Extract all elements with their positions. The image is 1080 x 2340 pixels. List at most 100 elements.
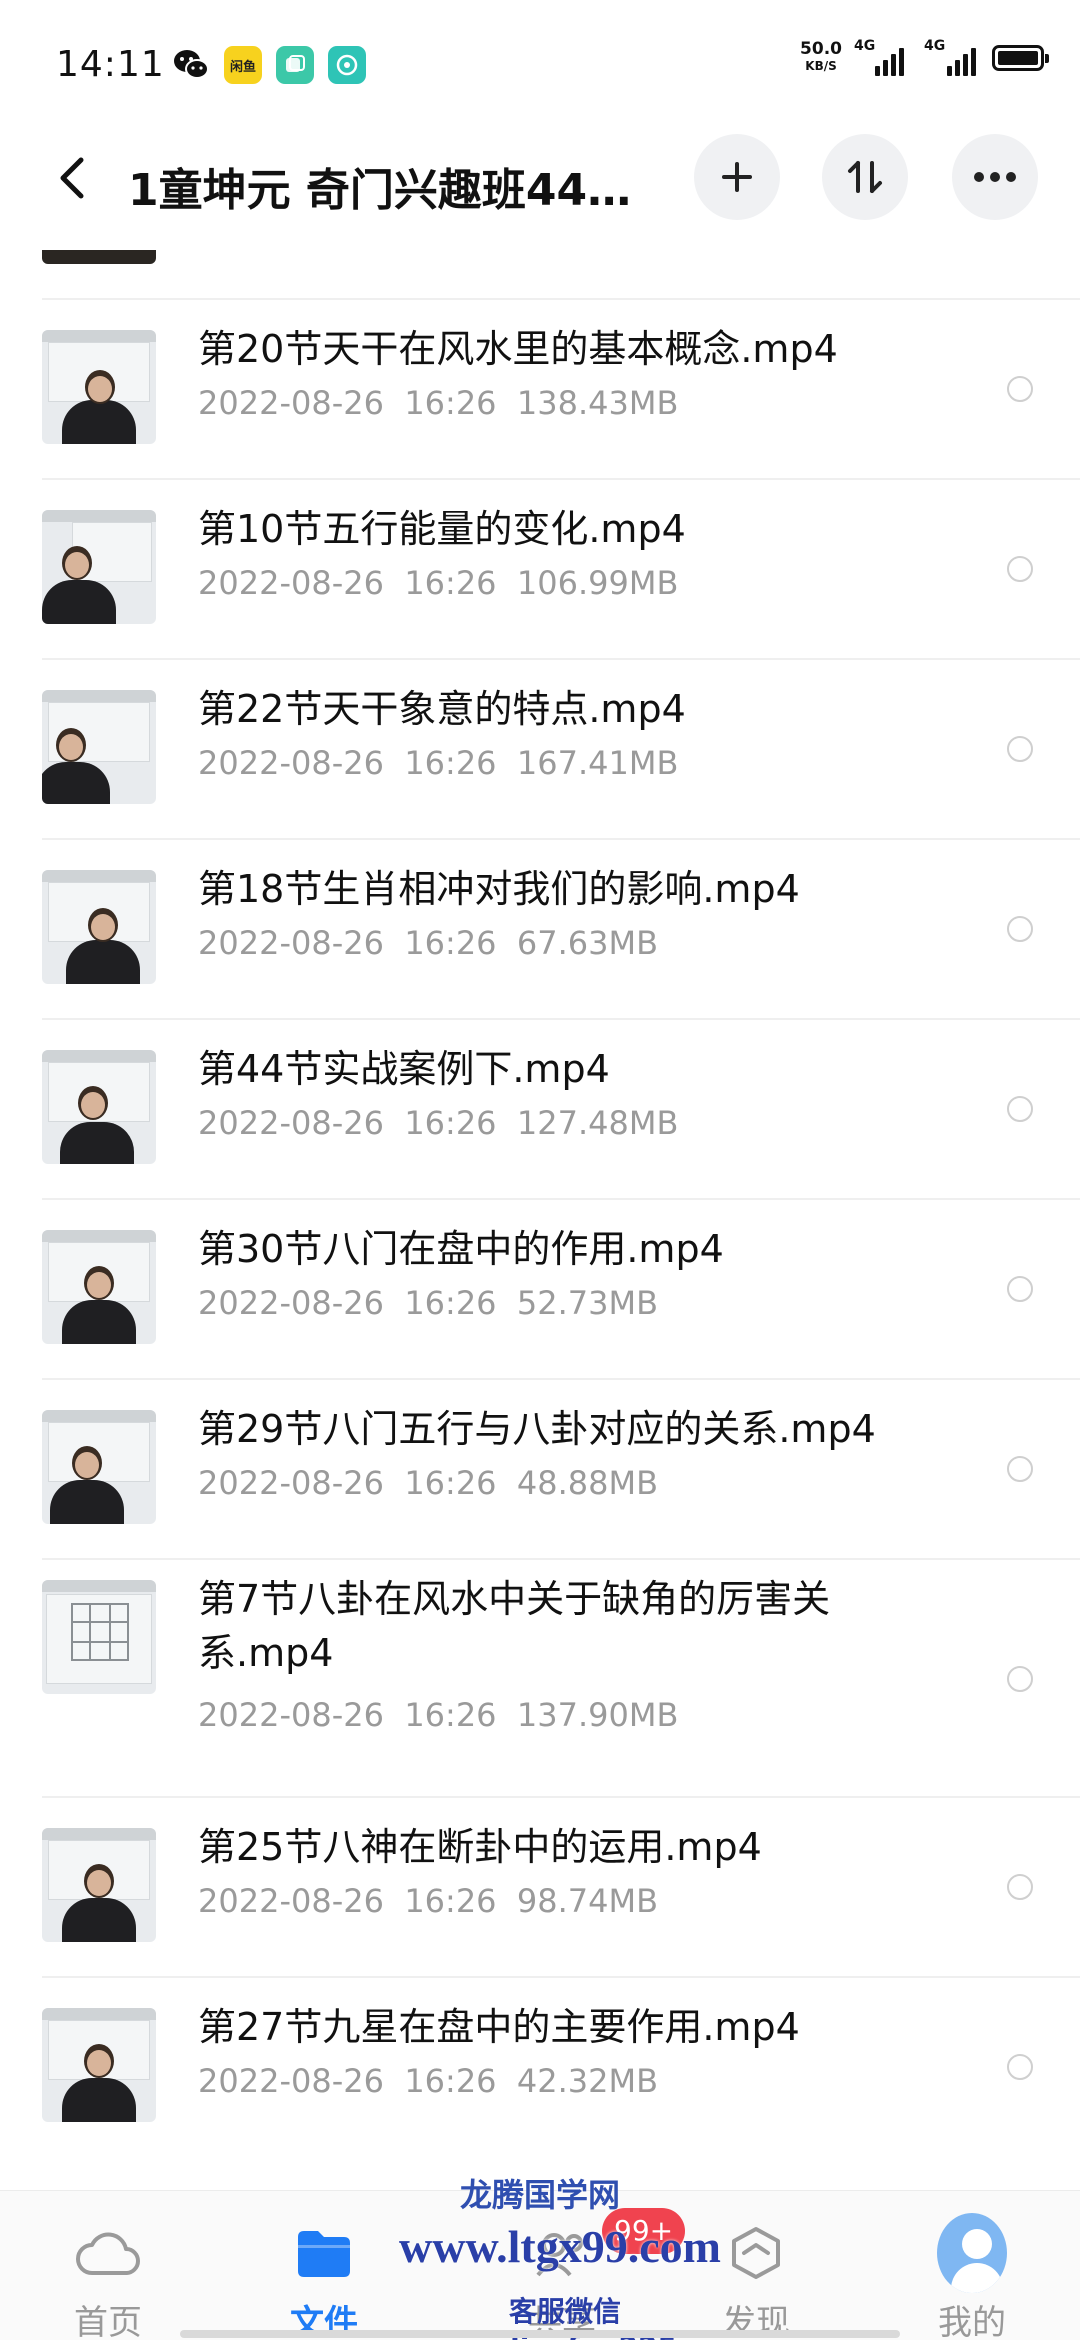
file-meta: 2022-08-26 16:26 137.90MB: [198, 1696, 678, 1734]
file-meta: 2022-08-26 16:26 42.32MB: [198, 2062, 658, 2100]
select-checkbox[interactable]: [1007, 376, 1033, 402]
select-checkbox[interactable]: [1007, 1874, 1033, 1900]
file-size: 167.41MB: [516, 744, 679, 782]
file-date: 2022-08-26 16:26: [198, 924, 497, 962]
signal-type-label: 4G: [924, 38, 946, 54]
file-meta: 2022-08-26 16:26 127.48MB: [198, 1104, 678, 1142]
file-size: 48.88MB: [516, 1464, 659, 1502]
wechat-icon: [172, 46, 210, 84]
file-name: 第30节八门在盘中的作用.mp4: [198, 1227, 724, 1271]
select-checkbox[interactable]: [1007, 1666, 1033, 1692]
music-app-icon: [328, 46, 366, 84]
select-checkbox[interactable]: [1007, 556, 1033, 582]
file-size: 42.32MB: [516, 2062, 659, 2100]
screen: 14:11 闲鱼 50.0 KB/S 4G 4G 1童坤元 奇门兴趣班44… 第…: [0, 0, 1080, 2340]
back-button[interactable]: [44, 150, 100, 206]
file-row[interactable]: 第10节五行能量的变化.mp4 2022-08-26 16:26 106.99M…: [0, 480, 1080, 658]
file-size: 98.74MB: [516, 1882, 659, 1920]
gallery-app-icon: [276, 46, 314, 84]
video-thumbnail: [42, 510, 156, 624]
file-meta: 2022-08-26 16:26 138.43MB: [198, 384, 678, 422]
back-arrow-icon: [60, 157, 84, 199]
file-meta: 2022-08-26 16:26 98.74MB: [198, 1882, 658, 1920]
video-thumbnail: [42, 1410, 156, 1524]
folder-icon: [289, 2223, 359, 2283]
nav-item-me[interactable]: 我的: [892, 2191, 1052, 2340]
file-meta: 2022-08-26 16:26 106.99MB: [198, 564, 678, 602]
file-row[interactable]: 第27节九星在盘中的主要作用.mp4 2022-08-26 16:26 42.3…: [0, 1978, 1080, 2156]
video-thumbnail: [42, 690, 156, 804]
file-row[interactable]: 第20节天干在风水里的基本概念.mp4 2022-08-26 16:26 138…: [0, 300, 1080, 478]
plus-icon: [722, 162, 752, 192]
file-date: 2022-08-26 16:26: [198, 564, 497, 602]
notification-icons: 闲鱼: [172, 46, 366, 84]
video-thumbnail: [42, 330, 156, 444]
file-name: 第25节八神在断卦中的运用.mp4: [198, 1825, 762, 1869]
file-name: 第22节天干象意的特点.mp4: [198, 687, 686, 731]
file-name: 第27节九星在盘中的主要作用.mp4: [198, 2005, 800, 2049]
file-date: 2022-08-26 16:26: [198, 1464, 497, 1502]
select-checkbox[interactable]: [1007, 1276, 1033, 1302]
file-size: 52.73MB: [516, 1284, 659, 1322]
file-size: 127.48MB: [516, 1104, 679, 1142]
file-row[interactable]: 第29节八门五行与八卦对应的关系.mp4 2022-08-26 16:26 48…: [0, 1380, 1080, 1558]
more-button[interactable]: [952, 134, 1038, 220]
file-date: 2022-08-26 16:26: [198, 1284, 497, 1322]
file-name: 第29节八门五行与八卦对应的关系.mp4: [198, 1407, 876, 1451]
nav-label: 我的: [938, 2303, 1006, 2340]
select-checkbox[interactable]: [1007, 1456, 1033, 1482]
video-thumbnail: [42, 2008, 156, 2122]
home-indicator[interactable]: [180, 2330, 900, 2338]
file-name: 第10节五行能量的变化.mp4: [198, 507, 686, 551]
file-row[interactable]: 第44节实战案例下.mp4 2022-08-26 16:26 127.48MB: [0, 1020, 1080, 1198]
nav-item-home[interactable]: 首页: [28, 2191, 188, 2340]
avatar-icon: [937, 2213, 1007, 2293]
file-size: 67.63MB: [516, 924, 659, 962]
add-button[interactable]: [694, 134, 780, 220]
signal-strength-icon: 4G: [920, 38, 976, 76]
video-thumbnail: [42, 1230, 156, 1344]
network-speed-value: 50.0: [800, 39, 842, 59]
network-speed: 50.0 KB/S: [800, 41, 842, 75]
status-bar: 14:11 闲鱼 50.0 KB/S 4G 4G: [0, 0, 1080, 130]
file-size: 138.43MB: [516, 384, 679, 422]
file-name: 第44节实战案例下.mp4: [198, 1047, 610, 1091]
video-thumbnail: [42, 870, 156, 984]
file-name: 第7节八卦在风水中关于缺角的厉害关系.mp4: [198, 1577, 831, 1675]
app-notification-icon: 闲鱼: [224, 46, 262, 84]
status-indicators: 50.0 KB/S 4G 4G: [800, 38, 1049, 76]
watermark-site-name: 龙腾国学网: [459, 2176, 620, 2214]
sort-button[interactable]: [822, 134, 908, 220]
file-size: 137.90MB: [516, 1696, 679, 1734]
select-checkbox[interactable]: [1007, 736, 1033, 762]
file-name: 第18节生肖相冲对我们的影响.mp4: [198, 867, 800, 911]
select-checkbox[interactable]: [1007, 1096, 1033, 1122]
page-title: 1童坤元 奇门兴趣班44…: [128, 165, 632, 216]
file-name: 第20节天干在风水里的基本概念.mp4: [198, 327, 838, 371]
select-checkbox[interactable]: [1007, 2054, 1033, 2080]
header: 1童坤元 奇门兴趣班44…: [0, 130, 1080, 250]
watermark-url: www.ltgx99.com: [399, 2221, 721, 2272]
file-row[interactable]: 第7节八卦在风水中关于缺角的厉害关系.mp4 2022-08-26 16:26 …: [0, 1560, 1080, 1796]
file-meta: 2022-08-26 16:26 48.88MB: [198, 1464, 658, 1502]
file-date: 2022-08-26 16:26: [198, 744, 497, 782]
file-meta: 2022-08-26 16:26 167.41MB: [198, 744, 678, 782]
select-checkbox[interactable]: [1007, 916, 1033, 942]
nav-label: 首页: [74, 2303, 142, 2340]
file-list: 第20节天干在风水里的基本概念.mp4 2022-08-26 16:26 138…: [0, 250, 1080, 2190]
video-thumbnail: [42, 1580, 156, 1694]
file-row[interactable]: 第25节八神在断卦中的运用.mp4 2022-08-26 16:26 98.74…: [0, 1798, 1080, 1976]
sort-icon: [848, 161, 882, 193]
more-icon: [974, 172, 1016, 182]
file-row[interactable]: 第22节天干象意的特点.mp4 2022-08-26 16:26 167.41M…: [0, 660, 1080, 838]
file-row[interactable]: 第30节八门在盘中的作用.mp4 2022-08-26 16:26 52.73M…: [0, 1200, 1080, 1378]
file-date: 2022-08-26 16:26: [198, 1104, 497, 1142]
file-size: 106.99MB: [516, 564, 679, 602]
file-meta: 2022-08-26 16:26 52.73MB: [198, 1284, 658, 1322]
video-thumbnail: [42, 250, 156, 264]
file-meta: 2022-08-26 16:26 67.63MB: [198, 924, 658, 962]
file-row[interactable]: 第18节生肖相冲对我们的影响.mp4 2022-08-26 16:26 67.6…: [0, 840, 1080, 1018]
network-speed-unit: KB/S: [805, 59, 837, 73]
signal-strength-icon: 4G: [854, 38, 904, 76]
status-time: 14:11: [56, 44, 165, 85]
